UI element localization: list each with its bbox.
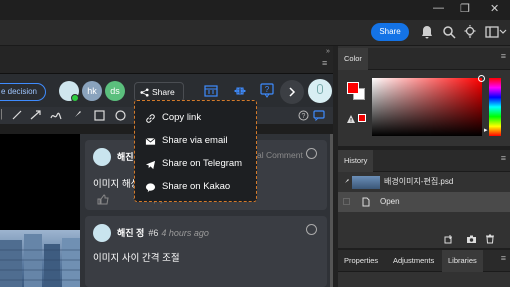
calendar-icon[interactable] <box>204 84 218 98</box>
comment-number: #6 <box>148 228 159 238</box>
resolve-check-icon[interactable] <box>306 148 317 159</box>
minimize-icon[interactable]: — <box>433 2 444 14</box>
decision-button[interactable]: e decision <box>0 83 46 101</box>
rectangle-tool-icon[interactable] <box>94 110 105 121</box>
commenter-name: 해진 <box>117 152 134 162</box>
color-picker-field[interactable] <box>372 75 485 136</box>
share-icon <box>140 88 149 97</box>
share-dropdown-menu: Copy link Share via email Share on Teleg… <box>134 100 257 202</box>
avatar-ds[interactable]: ds <box>105 81 125 101</box>
comment-toggle-icon[interactable] <box>313 110 325 121</box>
thumbs-up-icon[interactable] <box>97 194 109 205</box>
next-button[interactable] <box>280 80 304 104</box>
share-kakao-label: Share on Kakao <box>162 181 231 192</box>
color-panel-header: Color ≡ <box>338 48 510 70</box>
app-options-bar: Share <box>0 20 510 46</box>
hue-slider[interactable] <box>489 78 501 136</box>
panel-menu-icon[interactable]: ≡ <box>501 253 506 263</box>
user-avatar[interactable] <box>308 79 332 103</box>
share-menu-label: Share <box>152 87 175 97</box>
tab-color[interactable]: Color <box>338 48 368 70</box>
line-tool-icon[interactable] <box>12 110 22 120</box>
share-email-item[interactable]: Share via email <box>145 134 227 148</box>
copy-link-label: Copy link <box>162 112 202 123</box>
gamut-swatch[interactable] <box>358 114 366 122</box>
commenter-avatar <box>93 148 111 166</box>
lightbulb-icon[interactable] <box>462 24 478 40</box>
panel-menu-icon[interactable]: ≡ <box>322 58 327 68</box>
new-document-from-state-icon[interactable] <box>444 234 454 244</box>
trash-icon[interactable] <box>485 234 495 244</box>
search-icon[interactable] <box>441 24 457 40</box>
avatar-hk[interactable]: hk <box>82 81 102 101</box>
city-image <box>0 230 80 287</box>
divider: | <box>0 108 3 120</box>
telegram-icon <box>145 160 156 170</box>
brush-icon <box>343 179 349 185</box>
ellipse-tool-icon[interactable] <box>115 110 126 121</box>
user-figure-icon <box>317 84 323 94</box>
bottom-panel-tabs: Properties Adjustments Libraries ≡ <box>338 250 510 272</box>
tab-adjustments[interactable]: Adjustments <box>387 250 440 272</box>
bell-icon[interactable] <box>419 24 435 40</box>
snapshot-thumbnail <box>352 176 380 189</box>
kakao-icon <box>145 183 156 193</box>
share-telegram-item[interactable]: Share on Telegram <box>145 157 242 171</box>
history-file-name: 배경이미지-편집.psd <box>384 177 454 186</box>
comment-card[interactable]: 해진 정 #6 4 hours ago 이미지 사이 간격 조절 <box>85 216 327 287</box>
hue-slider-handle[interactable]: ▸ <box>484 126 488 134</box>
warning-icon[interactable] <box>346 114 356 124</box>
document-icon <box>362 197 370 207</box>
panel-menu-icon[interactable]: ≡ <box>501 51 506 61</box>
commenter-name: 해진 정 <box>117 228 145 238</box>
comment-time: 4 hours ago <box>161 228 209 238</box>
share-kakao-item[interactable]: Share on Kakao <box>145 180 230 194</box>
collapse-icon[interactable]: » <box>326 48 330 55</box>
arrow-tool-icon[interactable] <box>30 110 42 120</box>
history-state-checkbox[interactable] <box>343 198 350 205</box>
history-panel-header: History ≡ <box>338 150 510 172</box>
plugin-header: » ≡ <box>0 46 333 74</box>
share-email-label: Share via email <box>162 135 228 146</box>
resolve-check-icon[interactable] <box>306 224 317 235</box>
link-icon <box>146 114 155 123</box>
color-picker-handle[interactable] <box>478 75 485 82</box>
restore-icon[interactable]: ❐ <box>460 2 470 15</box>
copy-link-item[interactable]: Copy link <box>145 111 201 125</box>
squiggle-tool-icon[interactable] <box>50 110 62 120</box>
email-icon <box>145 137 156 145</box>
brush-tool-icon[interactable] <box>72 110 82 120</box>
tab-libraries[interactable]: Libraries <box>442 250 483 272</box>
panel-menu-icon[interactable]: ≡ <box>501 153 506 163</box>
history-snapshot-row[interactable]: 배경이미지-편집.psd <box>338 172 510 192</box>
camera-icon[interactable] <box>466 234 477 244</box>
commenter-header: 해진 정 #6 4 hours ago <box>117 226 209 239</box>
online-status-icon <box>71 94 79 102</box>
chevron-down-icon[interactable] <box>498 24 508 40</box>
tab-history[interactable]: History <box>338 150 374 172</box>
avatar[interactable] <box>59 81 79 102</box>
photoshop-window: — ❐ ✕ Share » ≡ e decision hk ds Share ?… <box>0 0 510 287</box>
building-illustration <box>0 234 80 287</box>
help-icon[interactable]: ? <box>298 110 309 121</box>
foreground-color-swatch[interactable] <box>347 82 359 94</box>
help-chat-icon[interactable]: ? <box>260 83 274 98</box>
close-icon[interactable]: ✕ <box>490 2 499 15</box>
tab-properties[interactable]: Properties <box>338 250 384 272</box>
svg-text:?: ? <box>302 113 306 120</box>
comment-type-label: al Comment <box>257 150 303 160</box>
right-panels: Color ≡ ▸ History ≡ 배경이미지-편집.psd Open Pr… <box>338 46 510 287</box>
share-menu-button[interactable]: Share <box>134 82 184 102</box>
history-step-row[interactable]: Open <box>338 192 510 212</box>
chevron-right-icon <box>289 87 296 97</box>
app-share-button[interactable]: Share <box>371 23 409 41</box>
title-bar: — ❐ ✕ <box>0 0 510 20</box>
svg-text:?: ? <box>265 85 270 94</box>
comment-text: 이미지 사이 간격 조절 <box>93 253 180 264</box>
comment-text: 이미지 해상 <box>93 179 140 190</box>
share-telegram-label: Share on Telegram <box>162 158 243 169</box>
commenter-avatar <box>93 224 111 242</box>
history-step-label: Open <box>380 197 400 206</box>
command-icon[interactable] <box>233 84 247 98</box>
